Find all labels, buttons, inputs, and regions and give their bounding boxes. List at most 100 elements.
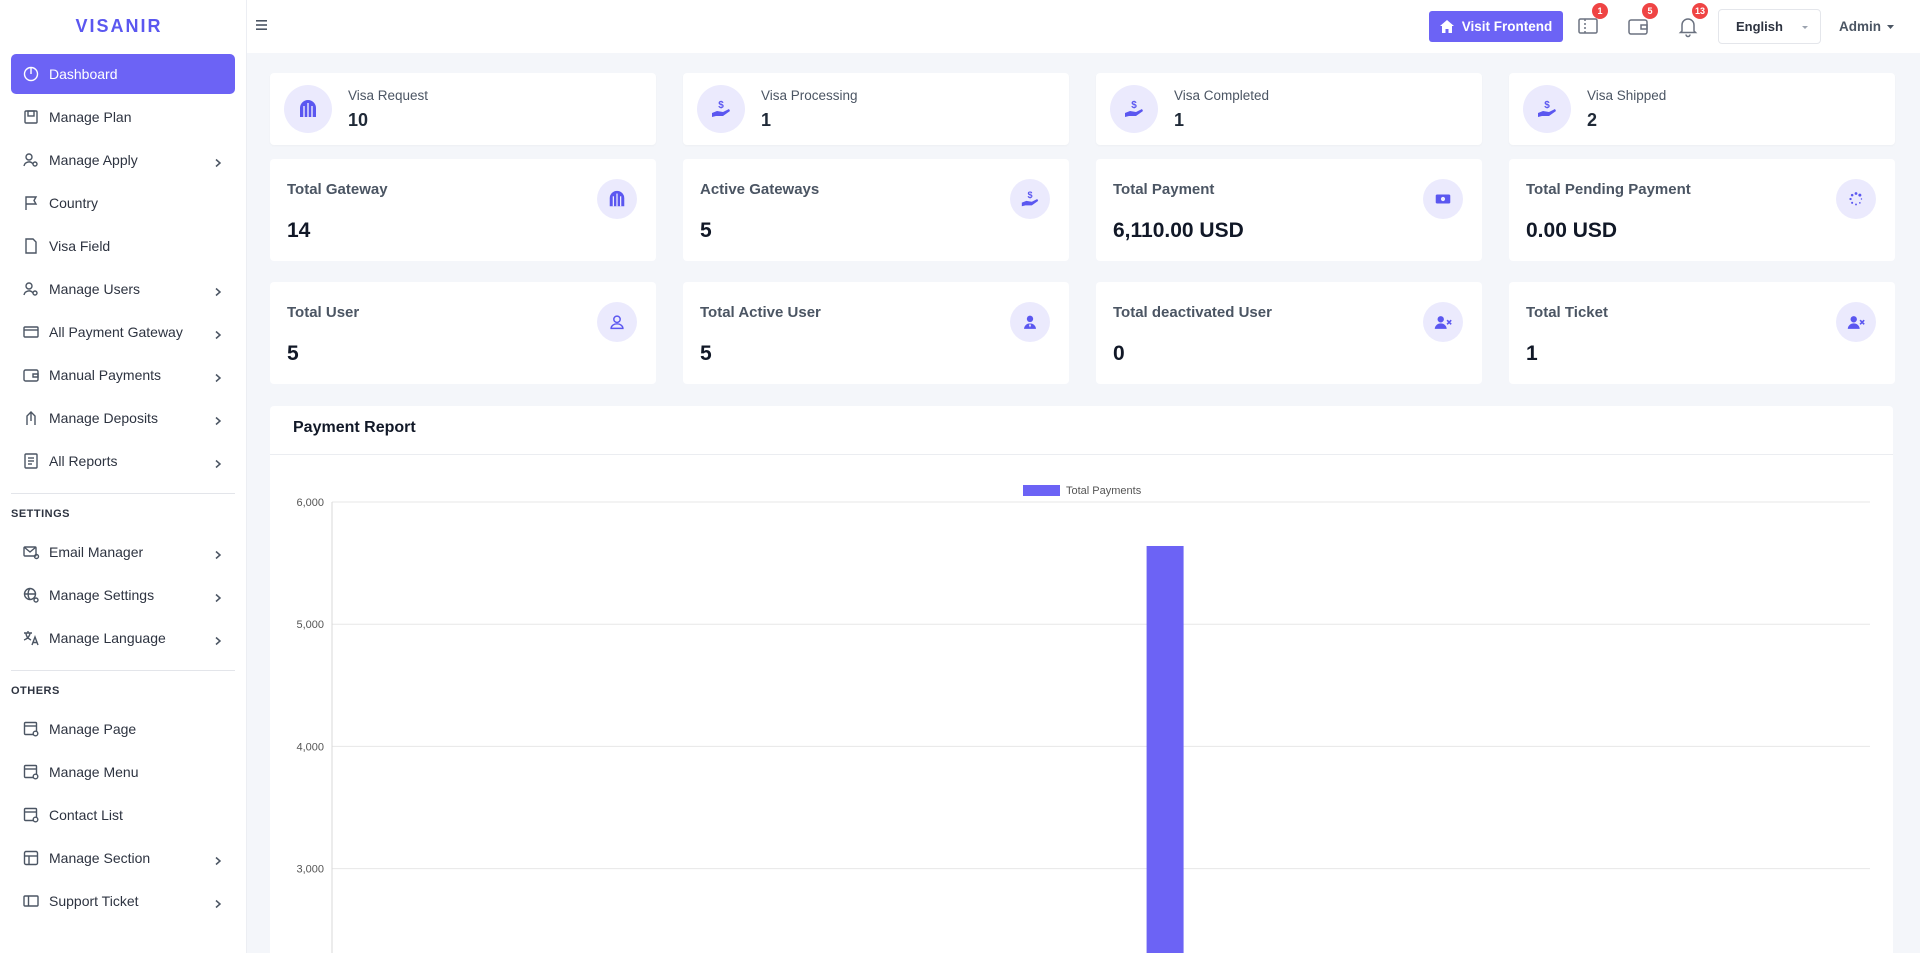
sidebar-item-manage-page[interactable]: Manage Page [11,709,235,749]
stat-card-visa-processing: $ Visa Processing 1 [683,73,1069,145]
sidebar-item-all-reports[interactable]: All Reports [11,441,235,481]
admin-dropdown[interactable]: Admin [1839,19,1894,34]
stat-label: Active Gateways [700,181,820,198]
hamburger-menu-icon[interactable] [254,17,270,33]
gateway-icon [597,179,637,219]
user-x-icon [1836,302,1876,342]
page-gear-icon [22,720,40,738]
chevron-right-icon [213,155,223,168]
y-tick-label: 6,000 [296,497,324,509]
sidebar-item-manage-settings[interactable]: Manage Settings [11,575,235,615]
card-icon [22,323,40,341]
gateway-icon [284,85,332,133]
caret-down-icon [1802,26,1808,29]
sidebar-item-manual-payments[interactable]: Manual Payments [11,355,235,395]
page-gear-icon [22,763,40,781]
stat-card-total-active-user: Total Active User 5 [683,282,1069,384]
home-icon [1439,20,1454,33]
sidebar-item-country[interactable]: Country [11,183,235,223]
stat-card-total-pending-payment: Total Pending Payment 0.00 USD [1509,159,1895,261]
translate-icon [22,629,40,647]
dashboard-icon [22,65,40,83]
hand-dollar-icon: $ [1523,85,1571,133]
notification-button[interactable]: 13 [1676,3,1708,38]
stat-card-visa-shipped: $ Visa Shipped 2 [1509,73,1895,145]
sidebar-item-manage-language[interactable]: Manage Language [11,618,235,658]
stat-value: 5 [287,342,299,365]
file-icon [22,237,40,255]
stat-value: 1 [761,110,772,130]
page-gear-icon [22,806,40,824]
user-gear-icon [22,151,40,169]
stat-label: Total User [287,304,360,321]
sidebar-item-all-payment-gateway[interactable]: All Payment Gateway [11,312,235,352]
sidebar-item-email-manager[interactable]: Email Manager [11,532,235,572]
stat-value: 6,110.00 USD [1113,219,1244,242]
layout-icon [22,849,40,867]
notification-badge: 13 [1691,3,1708,19]
settings-globe-icon [22,586,40,604]
payment-report-title: Payment Report [293,419,416,436]
sidebar-item-manage-apply[interactable]: Manage Apply [11,140,235,180]
user-x-icon [1423,302,1463,342]
ticket-button[interactable]: 1 [1576,3,1608,38]
visit-frontend-label: Visit Frontend [1461,19,1553,34]
stat-label: Visa Processing [761,88,858,103]
sidebar-divider [11,670,235,671]
sidebar-item-dashboard[interactable]: Dashboard [11,54,235,94]
legend-label: Total Payments [1066,485,1142,497]
stat-value: 10 [348,110,369,130]
stat-card-total-ticket: Total Ticket 1 [1509,282,1895,384]
chevron-right-icon [213,413,223,426]
stat-card-active-gateways: Active Gateways 5 $ [683,159,1069,261]
settings-menu: Email Manager Manage Settings Manage Langu… [0,530,246,658]
sidebar-item-visa-field[interactable]: Visa Field [11,226,235,266]
chevron-right-icon [213,547,223,560]
stat-label: Total deactivated User [1113,304,1272,321]
brand-logo[interactable]: VISANIR [0,0,246,52]
stat-label: Total Active User [700,304,821,321]
y-tick-label: 3,000 [296,864,324,876]
sidebar-item-manage-plan[interactable]: Manage Plan [11,97,235,137]
sidebar-item-label: All Reports [49,453,118,469]
sidebar-item-manage-users[interactable]: Manage Users [11,269,235,309]
chevron-right-icon [213,896,223,909]
chevron-right-icon [213,284,223,297]
sidebar-item-manage-deposits[interactable]: Manage Deposits [11,398,235,438]
sidebar-item-label: Manage Plan [49,109,132,125]
stat-value: 2 [1587,110,1598,130]
deposit-icon [22,409,40,427]
ticket-icon [22,892,40,910]
sidebar-item-contact-list[interactable]: Contact List [11,795,235,835]
plan-icon [22,108,40,126]
visit-frontend-button[interactable]: Visit Frontend [1429,11,1563,42]
chevron-right-icon [213,327,223,340]
svg-text:$: $ [1027,190,1032,200]
stat-card-total-gateway: Total Gateway 14 [270,159,656,261]
language-select[interactable]: English [1718,9,1821,44]
sidebar-item-label: Contact List [49,807,123,823]
sidebar-item-manage-menu[interactable]: Manage Menu [11,752,235,792]
sidebar-item-label: Manage Apply [49,152,138,168]
sidebar-item-label: Email Manager [49,544,144,560]
payment-report-card: Payment Report Total Payments 6,000 5,000 4… [270,406,1893,953]
hand-dollar-icon: $ [697,85,745,133]
sidebar-item-label: Manage Section [49,850,151,866]
sidebar-item-support-ticket[interactable]: Support Ticket [11,881,235,921]
chevron-right-icon [213,590,223,603]
sidebar-item-label: Dashboard [49,66,118,82]
stat-value: 5 [700,219,712,242]
stat-label: Visa Completed [1174,88,1270,103]
settings-section-title: SETTINGS [11,508,71,520]
stat-card-total-user: Total User 5 [270,282,656,384]
others-menu: Manage Page Manage Menu Contact List Manage… [0,707,246,921]
sidebar-item-manage-section[interactable]: Manage Section [11,838,235,878]
stat-label: Total Payment [1113,181,1215,198]
flag-icon [22,194,40,212]
wallet-button[interactable]: 5 [1626,3,1658,38]
sidebar-item-label: Manage Users [49,281,141,297]
chevron-right-icon [213,370,223,383]
stat-value: 1 [1174,110,1185,130]
stat-card-visa-request: Visa Request 10 [270,73,656,145]
sidebar-item-label: Manage Settings [49,587,155,603]
